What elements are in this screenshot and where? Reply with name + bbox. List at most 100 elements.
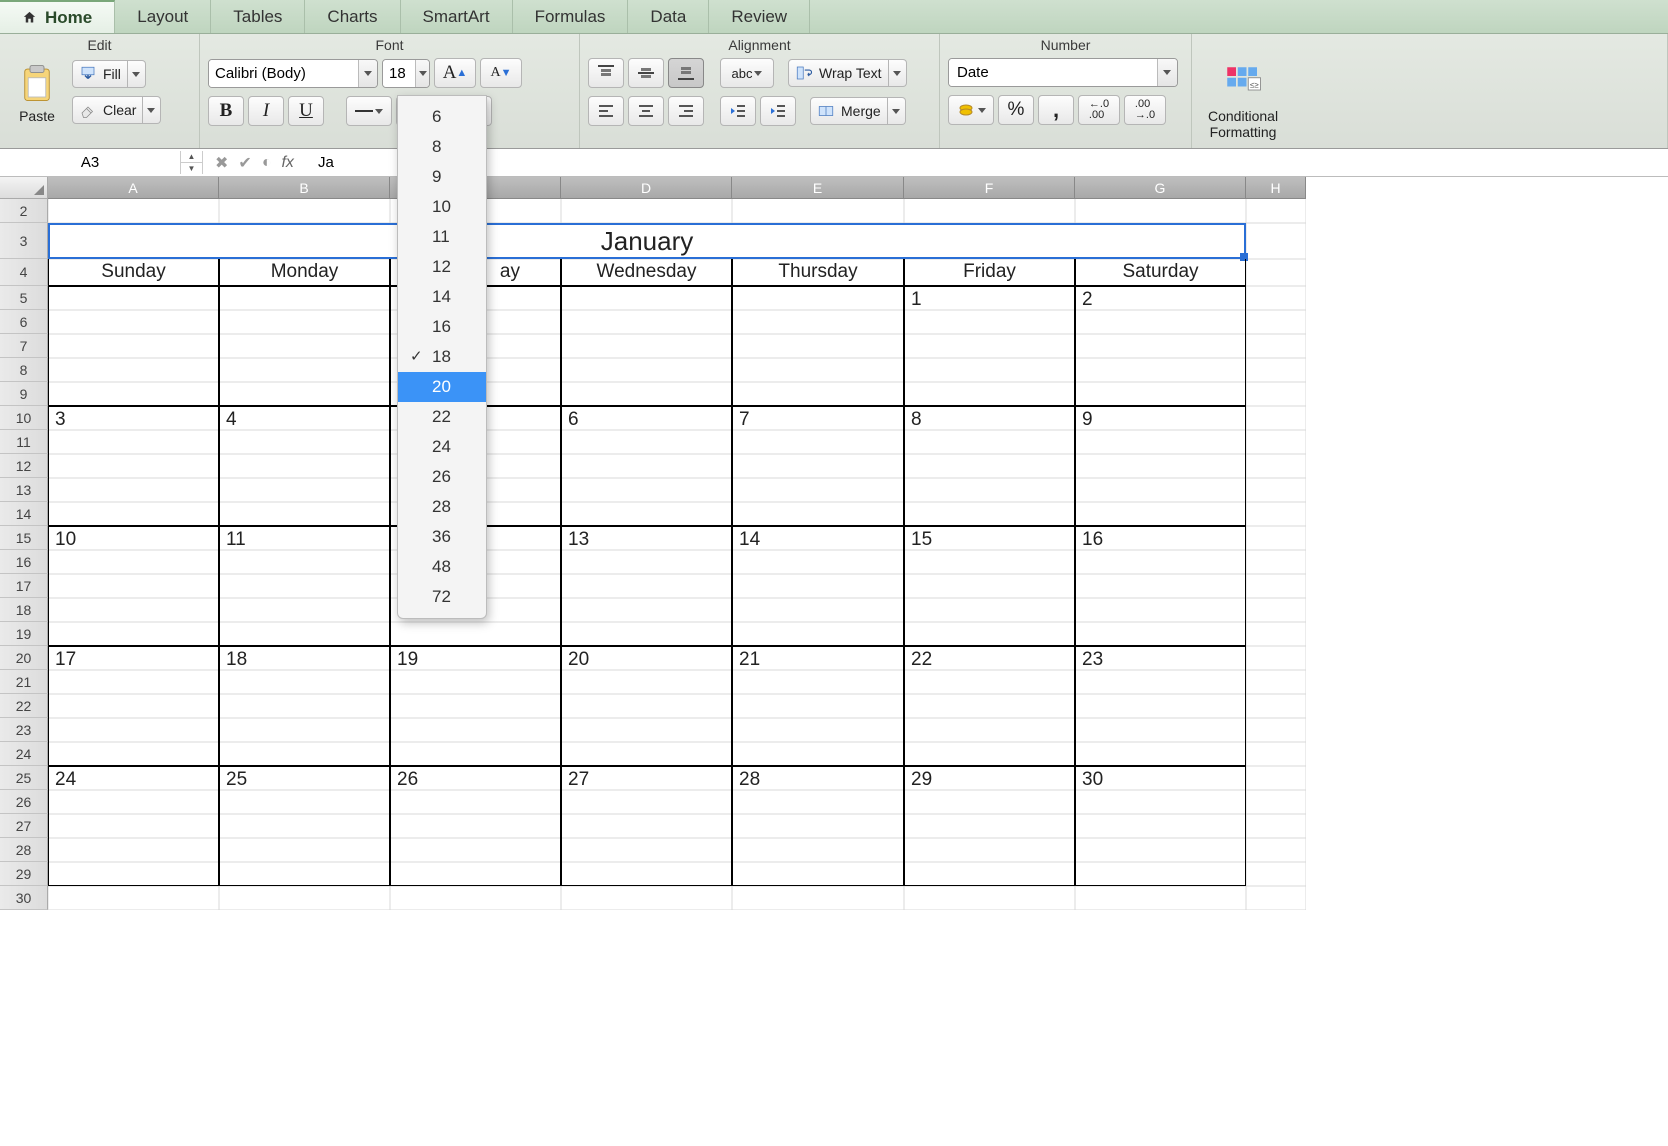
day-header[interactable]: Saturday [1075, 259, 1246, 286]
accept-formula-button[interactable]: ✔ [238, 153, 251, 173]
font-size-option-8[interactable]: 8 [398, 132, 486, 162]
calendar-day-cell[interactable]: 24 [48, 766, 219, 886]
calendar-day-cell[interactable]: 6 [561, 406, 732, 526]
font-name-combo[interactable] [208, 59, 378, 88]
font-size-dropdown[interactable] [415, 60, 429, 87]
row-header-11[interactable]: 11 [0, 430, 48, 454]
calendar-day-cell[interactable]: 3 [48, 406, 219, 526]
font-size-option-36[interactable]: 36 [398, 522, 486, 552]
wrap-text-button[interactable]: Wrap Text [788, 59, 907, 87]
font-size-option-28[interactable]: 28 [398, 492, 486, 522]
calendar-day-cell[interactable] [48, 286, 219, 406]
font-name-dropdown[interactable] [358, 60, 377, 87]
row-header-25[interactable]: 25 [0, 766, 48, 790]
row-header-6[interactable]: 6 [0, 310, 48, 334]
font-size-option-48[interactable]: 48 [398, 552, 486, 582]
name-box-input[interactable] [0, 151, 180, 174]
calendar-day-cell[interactable]: 30 [1075, 766, 1246, 886]
calendar-day-cell[interactable]: 17 [48, 646, 219, 766]
calendar-day-cell[interactable]: 25 [219, 766, 390, 886]
align-bottom-button[interactable] [668, 58, 704, 88]
row-header-16[interactable]: 16 [0, 550, 48, 574]
calendar-day-cell[interactable] [219, 286, 390, 406]
bold-button[interactable]: B [208, 96, 244, 126]
align-top-button[interactable] [588, 58, 624, 88]
column-header-D[interactable]: D [561, 177, 732, 199]
calendar-day-cell[interactable]: 15 [904, 526, 1075, 646]
calendar-day-cell[interactable]: 4 [219, 406, 390, 526]
row-header-8[interactable]: 8 [0, 358, 48, 382]
row-header-2[interactable]: 2 [0, 199, 48, 223]
row-header-13[interactable]: 13 [0, 478, 48, 502]
column-header-G[interactable]: G [1075, 177, 1246, 199]
calendar-day-cell[interactable]: 27 [561, 766, 732, 886]
day-header[interactable]: Thursday [732, 259, 904, 286]
column-header-B[interactable]: B [219, 177, 390, 199]
row-header-12[interactable]: 12 [0, 454, 48, 478]
font-size-option-22[interactable]: 22 [398, 402, 486, 432]
tab-smartart[interactable]: SmartArt [401, 0, 513, 33]
row-header-4[interactable]: 4 [0, 259, 48, 286]
name-box[interactable]: ▲▼ [0, 151, 203, 174]
toggle-formula-button[interactable]: ◐ [262, 154, 272, 172]
row-header-15[interactable]: 15 [0, 526, 48, 550]
row-header-21[interactable]: 21 [0, 670, 48, 694]
cell-area[interactable]: JanuarySundayMondayayWednesdayThursdayFr… [48, 199, 1668, 910]
font-size-option-10[interactable]: 10 [398, 192, 486, 222]
tab-tables[interactable]: Tables [211, 0, 305, 33]
row-header-17[interactable]: 17 [0, 574, 48, 598]
underline-button[interactable]: U [288, 96, 324, 126]
number-format-dropdown[interactable] [1157, 59, 1177, 86]
align-left-button[interactable] [588, 96, 624, 126]
calendar-day-cell[interactable]: 13 [561, 526, 732, 646]
calendar-day-cell[interactable]: 22 [904, 646, 1075, 766]
paste-button[interactable]: Paste [8, 58, 66, 128]
stepper-up[interactable]: ▲ [181, 151, 202, 163]
tab-home[interactable]: Home [0, 0, 115, 33]
font-size-menu[interactable]: 689101112141618✓2022242628364872 [397, 95, 487, 619]
row-header-14[interactable]: 14 [0, 502, 48, 526]
calendar-day-cell[interactable]: 19 [390, 646, 561, 766]
align-middle-button[interactable] [628, 58, 664, 88]
calendar-day-cell[interactable]: 10 [48, 526, 219, 646]
tab-data[interactable]: Data [628, 0, 709, 33]
decrease-decimal-button[interactable]: .00→.0 [1124, 95, 1166, 125]
calendar-day-cell[interactable]: 7 [732, 406, 904, 526]
tab-charts[interactable]: Charts [305, 0, 400, 33]
comma-button[interactable]: , [1038, 95, 1074, 125]
font-name-input[interactable] [209, 60, 358, 87]
row-header-30[interactable]: 30 [0, 886, 48, 910]
increase-decimal-button[interactable]: ←.0.00 [1078, 95, 1120, 125]
font-size-option-9[interactable]: 9 [398, 162, 486, 192]
font-size-input[interactable] [383, 60, 415, 87]
calendar-day-cell[interactable]: 9 [1075, 406, 1246, 526]
conditional-formatting-button[interactable]: ≤≥ Conditional Formatting [1200, 58, 1286, 144]
column-header-E[interactable]: E [732, 177, 904, 199]
day-header[interactable]: Sunday [48, 259, 219, 286]
font-size-option-24[interactable]: 24 [398, 432, 486, 462]
orientation-button[interactable]: abc [720, 58, 774, 88]
grow-font-button[interactable]: A▲ [434, 58, 476, 88]
align-right-button[interactable] [668, 96, 704, 126]
align-center-button[interactable] [628, 96, 664, 126]
calendar-day-cell[interactable]: 11 [219, 526, 390, 646]
fill-button[interactable]: Fill [72, 60, 161, 88]
calendar-day-cell[interactable]: 21 [732, 646, 904, 766]
border-button[interactable] [346, 96, 392, 126]
row-header-27[interactable]: 27 [0, 814, 48, 838]
calendar-day-cell[interactable]: 14 [732, 526, 904, 646]
calendar-day-cell[interactable]: 8 [904, 406, 1075, 526]
row-header-24[interactable]: 24 [0, 742, 48, 766]
stepper-down[interactable]: ▼ [181, 163, 202, 174]
row-header-29[interactable]: 29 [0, 862, 48, 886]
column-header-A[interactable]: A [48, 177, 219, 199]
column-header-H[interactable]: H [1246, 177, 1306, 199]
row-header-7[interactable]: 7 [0, 334, 48, 358]
row-header-5[interactable]: 5 [0, 286, 48, 310]
font-size-option-26[interactable]: 26 [398, 462, 486, 492]
formula-input[interactable] [312, 151, 1668, 174]
calendar-day-cell[interactable]: 28 [732, 766, 904, 886]
font-size-option-12[interactable]: 12 [398, 252, 486, 282]
number-format-input[interactable] [949, 59, 1157, 86]
row-header-18[interactable]: 18 [0, 598, 48, 622]
